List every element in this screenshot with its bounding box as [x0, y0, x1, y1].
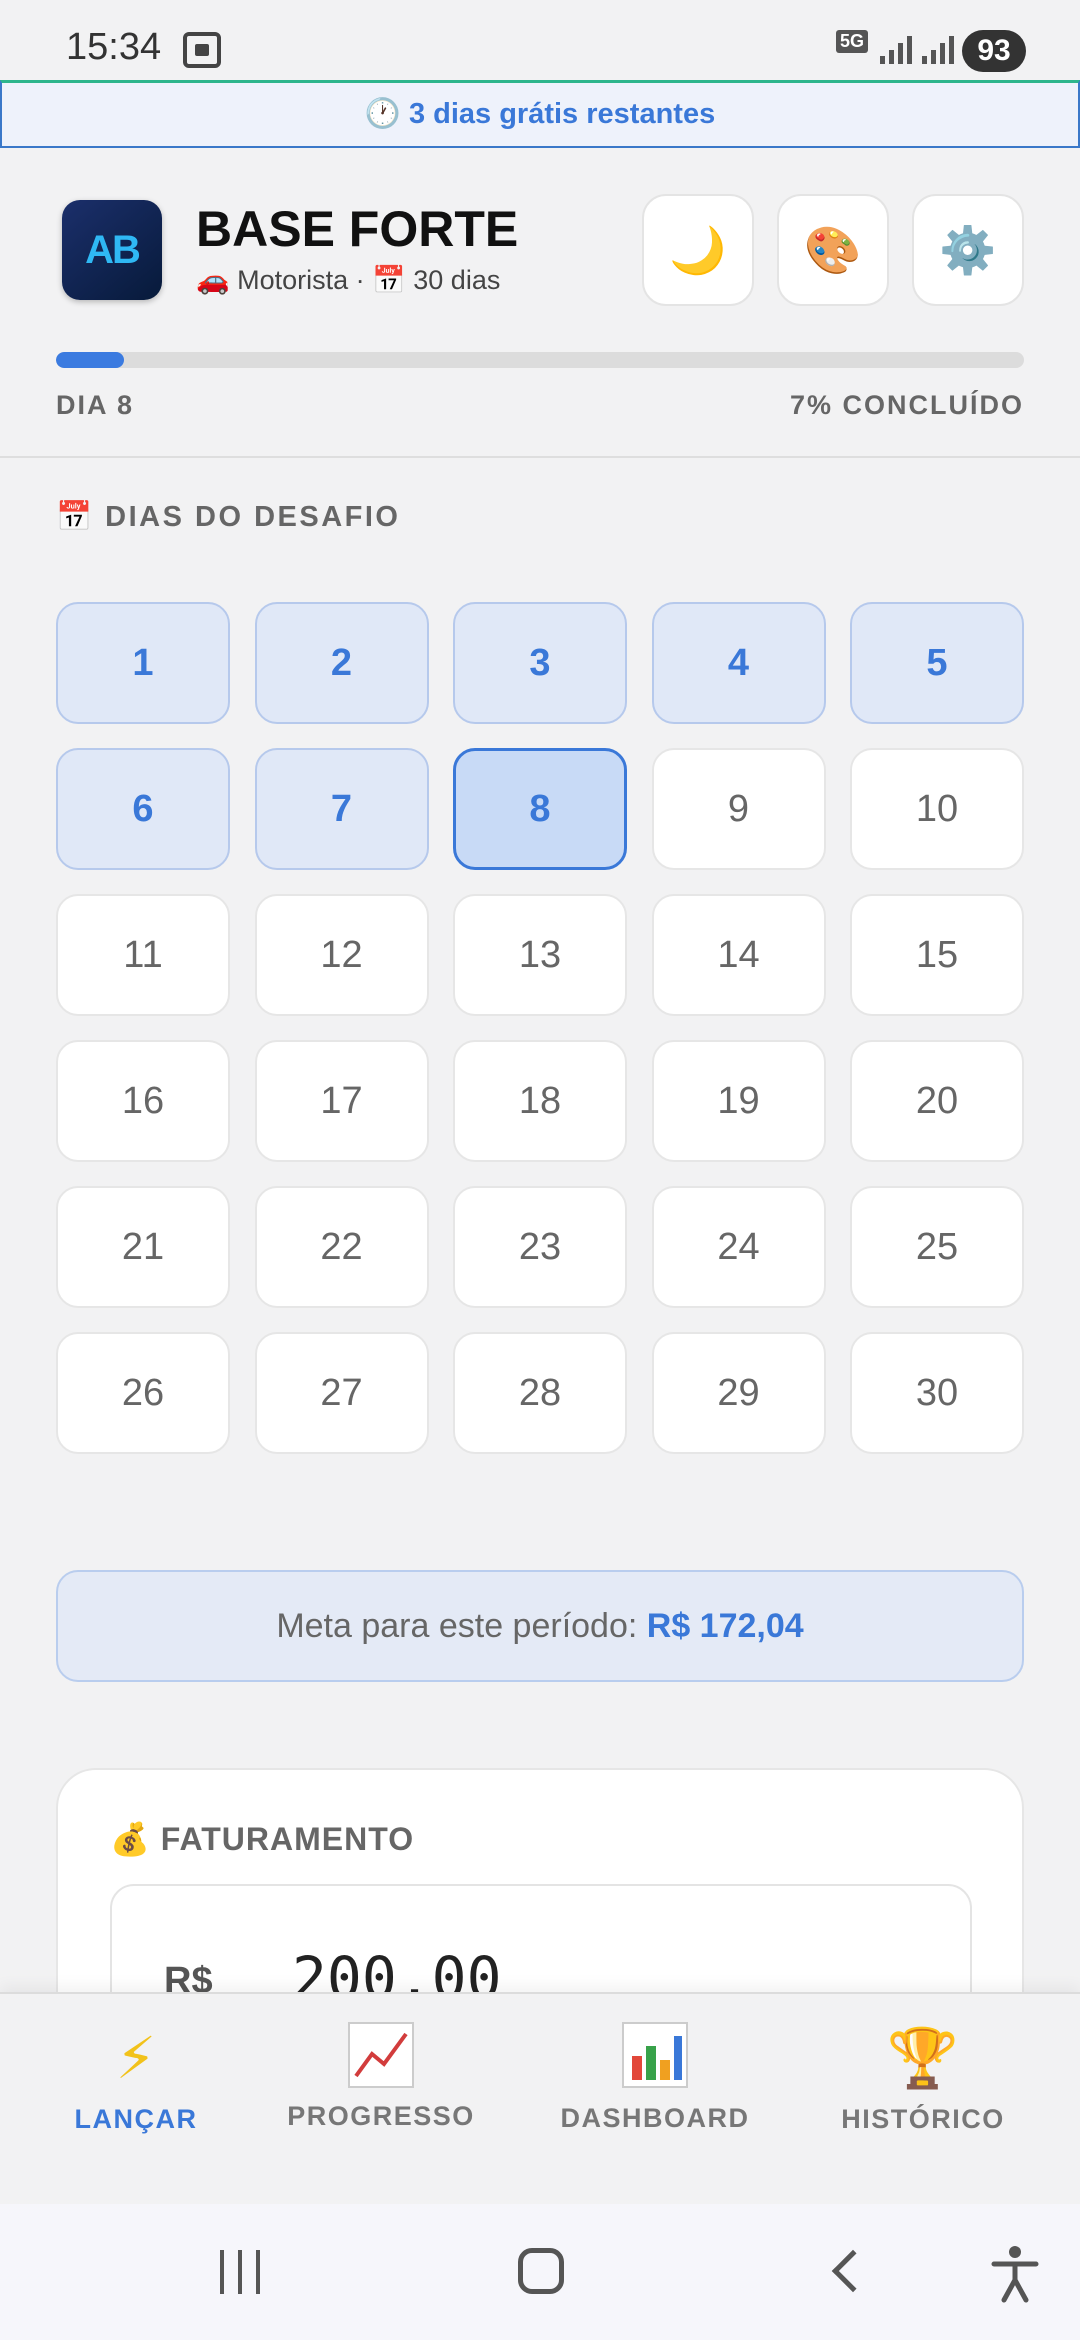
day-cell-30[interactable]: 30: [850, 1332, 1024, 1454]
day-cell-22[interactable]: 22: [254, 1186, 429, 1308]
progress-percent-label: 7% CONCLUÍDO: [789, 390, 1024, 420]
theme-toggle-button[interactable]: 🌙: [642, 194, 754, 306]
day-cell-4[interactable]: 4: [651, 602, 826, 724]
status-time: 15:34: [66, 26, 162, 68]
signal-icon: [922, 34, 954, 64]
day-cell-18[interactable]: 18: [453, 1040, 627, 1162]
status-bar: 15:34 5G 93: [0, 0, 1080, 80]
day-cell-23[interactable]: 23: [453, 1186, 627, 1308]
signal-icon: [880, 34, 912, 64]
day-cell-12[interactable]: 12: [254, 894, 429, 1016]
nav-item-lancar[interactable]: ⚡ LANÇAR: [56, 1994, 216, 2206]
app-header: AB BASE FORTE 🚗 Motorista · 📅 30 dias 🌙 …: [0, 148, 1080, 458]
recents-button[interactable]: [218, 2250, 262, 2294]
goal-box: Meta para este período: R$ 172,04: [56, 1570, 1024, 1682]
trophy-icon: 🏆: [886, 2026, 960, 2091]
screenshot-icon: [183, 32, 221, 68]
app-title: BASE FORTE: [196, 201, 519, 257]
day-cell-1[interactable]: 1: [56, 602, 230, 724]
day-cell-11[interactable]: 11: [56, 894, 230, 1016]
nav-label: HISTÓRICO: [841, 2104, 1005, 2134]
day-cell-21[interactable]: 21: [56, 1186, 230, 1308]
day-cell-13[interactable]: 13: [453, 894, 627, 1016]
back-button[interactable]: [831, 2249, 875, 2293]
goal-value: R$ 172,04: [646, 1607, 804, 1645]
day-cell-25[interactable]: 25: [850, 1186, 1024, 1308]
nav-label: LANÇAR: [74, 2104, 198, 2134]
day-cell-8[interactable]: 8: [453, 748, 627, 870]
day-cell-19[interactable]: 19: [651, 1040, 826, 1162]
current-day-label: DIA 8: [56, 390, 135, 420]
day-cell-14[interactable]: 14: [651, 894, 826, 1016]
bar-chart-icon: [622, 2022, 688, 2088]
progress-bar: [56, 352, 1024, 368]
accessibility-icon: [991, 2246, 1039, 2303]
day-cell-9[interactable]: 9: [651, 748, 826, 870]
settings-button[interactable]: ⚙️: [912, 194, 1024, 306]
palette-button[interactable]: 🎨: [777, 194, 889, 306]
moon-icon: 🌙: [669, 224, 727, 276]
nav-item-dashboard[interactable]: DASHBOARD: [560, 1994, 750, 2206]
app-subtitle: 🚗 Motorista · 📅 30 dias: [196, 265, 501, 295]
goal-label: Meta para este período:: [276, 1607, 647, 1645]
day-cell-3[interactable]: 3: [453, 602, 627, 724]
trial-banner[interactable]: 🕐 3 dias grátis restantes: [0, 80, 1080, 148]
day-cell-7[interactable]: 7: [254, 748, 429, 870]
day-cell-17[interactable]: 17: [254, 1040, 429, 1162]
app-logo: AB: [62, 200, 162, 300]
day-cell-2[interactable]: 2: [254, 602, 429, 724]
day-cell-20[interactable]: 20: [850, 1040, 1024, 1162]
day-cell-16[interactable]: 16: [56, 1040, 230, 1162]
gear-icon: ⚙️: [939, 224, 997, 276]
challenge-days-grid: 1 2 3 4 5 6 7 8 9 10 11 12 13 14 15 16 17 18 19 20 21 22 23 24 2…: [56, 602, 1024, 1454]
day-cell-28[interactable]: 28: [453, 1332, 627, 1454]
home-button[interactable]: [518, 2248, 564, 2294]
day-cell-24[interactable]: 24: [651, 1186, 826, 1308]
bottom-nav: ⚡ LANÇAR PROGRESSO DASHBOARD 🏆 HISTÓRICO: [0, 1992, 1080, 2204]
revenue-title: 💰 FATURAMENTO: [110, 1821, 415, 1857]
chart-increasing-icon: [348, 2022, 414, 2088]
lightning-icon: ⚡: [115, 2026, 157, 2091]
progress-bar-fill: [56, 352, 124, 368]
day-cell-26[interactable]: 26: [56, 1332, 230, 1454]
network-type: 5G: [836, 30, 869, 53]
nav-label: PROGRESSO: [287, 2101, 475, 2131]
challenge-days-title: 📅 DIAS DO DESAFIO: [56, 501, 401, 533]
battery-indicator: 93: [962, 30, 1026, 72]
day-cell-10[interactable]: 10: [850, 748, 1024, 870]
day-cell-29[interactable]: 29: [651, 1332, 826, 1454]
day-cell-5[interactable]: 5: [850, 602, 1024, 724]
day-cell-27[interactable]: 27: [254, 1332, 429, 1454]
accessibility-button[interactable]: [990, 2244, 1040, 2304]
palette-icon: 🎨: [804, 224, 862, 276]
system-navigation-bar: [0, 2204, 1080, 2340]
nav-label: DASHBOARD: [560, 2103, 750, 2133]
day-cell-15[interactable]: 15: [850, 894, 1024, 1016]
day-cell-6[interactable]: 6: [56, 748, 230, 870]
nav-item-progresso[interactable]: PROGRESSO: [286, 1994, 476, 2206]
nav-item-historico[interactable]: 🏆 HISTÓRICO: [836, 1994, 1010, 2206]
